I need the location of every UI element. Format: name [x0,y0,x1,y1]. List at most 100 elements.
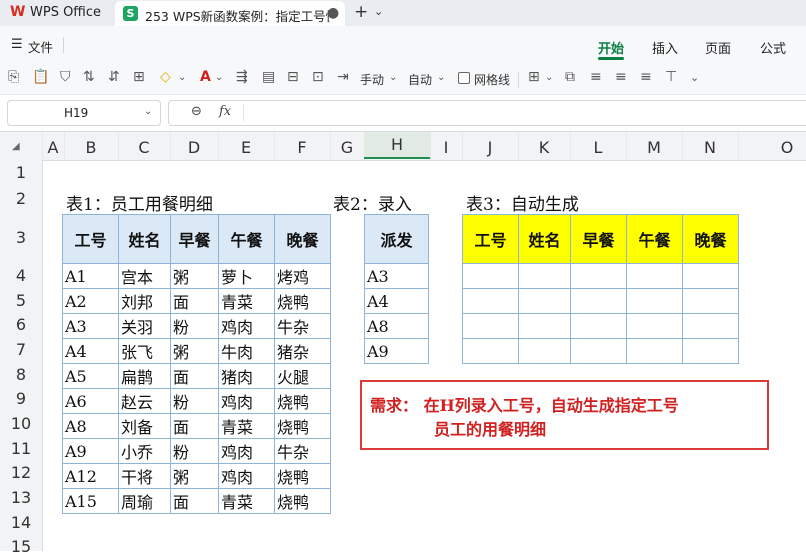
table-cell[interactable] [518,288,571,314]
table3-header-cell[interactable]: 午餐 [626,214,683,264]
table-cell[interactable]: 烧鸭 [274,463,331,489]
table-cell[interactable] [626,338,683,364]
column-header-g[interactable]: G [330,138,364,157]
app-name[interactable]: WPS Office [30,5,101,20]
table3-header-cell[interactable]: 工号 [462,214,519,264]
more-chevron-icon[interactable]: ⌄ [690,71,699,84]
table-cell[interactable]: 烧鸭 [274,413,331,439]
input-cell[interactable]: A8 [364,313,429,339]
input-cell[interactable]: A3 [364,263,429,289]
table-cell[interactable]: A9 [62,438,119,464]
fill-color-icon[interactable]: ◇ [160,69,171,85]
table-cell[interactable] [682,313,739,339]
table-cell[interactable]: 烤鸡 [274,263,331,289]
table1-header-cell[interactable]: 工号 [62,214,119,264]
cell-style-icon[interactable]: ⧉ [565,69,575,85]
table-cell[interactable] [518,263,571,289]
table-cell[interactable]: 面 [170,363,219,389]
table1-header-cell[interactable]: 晚餐 [274,214,331,264]
table-cell[interactable]: 关羽 [118,313,171,339]
column-header-a[interactable]: A [42,138,64,157]
menu-file[interactable]: 文件 [28,37,53,56]
ribbon-tab-page[interactable]: 页面 [705,38,731,57]
table-cell[interactable]: 烧鸭 [274,388,331,414]
table-cell[interactable]: 周瑜 [118,488,171,514]
table-cell[interactable]: 烧鸭 [274,488,331,514]
row-header[interactable]: 14 [0,513,42,532]
tab-list-chevron-icon[interactable]: ⌄ [374,5,383,18]
table-cell[interactable] [626,313,683,339]
ribbon-tab-formula[interactable]: 公式 [760,38,786,57]
table-cell[interactable]: 面 [170,488,219,514]
table-cell[interactable]: 鸡肉 [218,313,275,339]
align-left-icon[interactable]: ≡ [590,69,602,85]
table-cell[interactable]: A1 [62,263,119,289]
row-header[interactable]: 13 [0,488,42,507]
font-color-chevron-icon[interactable]: ⌄ [215,72,223,83]
row-header[interactable]: 11 [0,439,42,458]
name-box[interactable]: H19 ⌄ [7,100,161,126]
wrap-manual-chevron-icon[interactable]: ⌄ [389,72,397,83]
table-cell[interactable]: 干将 [118,463,171,489]
table-cell[interactable]: 烧鸭 [274,288,331,314]
table2-header-cell[interactable]: 派发 [364,214,429,264]
align-box-icon[interactable]: ▤ [262,69,275,85]
table-cell[interactable]: 粥 [170,338,219,364]
column-header-h[interactable]: H [364,132,430,159]
table-cell[interactable]: 张飞 [118,338,171,364]
wrap-text-icon[interactable]: ⇶ [236,69,248,85]
table-cell[interactable]: A15 [62,488,119,514]
table-cell[interactable]: 刘邦 [118,288,171,314]
table-cell[interactable]: A6 [62,388,119,414]
table-cell[interactable]: A4 [62,338,119,364]
row-header[interactable]: 8 [0,365,42,384]
document-tab[interactable]: S 253 WPS新函数案例：指定工号快 ● [115,1,345,26]
table-cell[interactable] [570,313,627,339]
name-box-chevron-icon[interactable]: ⌄ [144,106,152,117]
table-cell[interactable] [570,263,627,289]
table-cell[interactable]: 扁鹊 [118,363,171,389]
table-cell[interactable] [570,338,627,364]
wrap-auto-button[interactable]: 自动 [408,71,432,88]
table-cell[interactable]: 猪肉 [218,363,275,389]
input-cell[interactable]: A9 [364,338,429,364]
table-cell[interactable]: 鸡肉 [218,388,275,414]
align-top-icon[interactable]: ⊤ [665,69,677,85]
table-cell[interactable]: 猪杂 [274,338,331,364]
table3-header-cell[interactable]: 早餐 [570,214,627,264]
table-cell[interactable] [518,313,571,339]
table-cell[interactable] [682,288,739,314]
fill-color-chevron-icon[interactable]: ⌄ [178,72,186,83]
function-icon[interactable]: fx [219,104,231,119]
border-icon[interactable]: ⊞ [133,69,145,85]
paste-icon[interactable]: 📋 [32,69,49,85]
row-header[interactable]: 1 [0,163,42,182]
column-header-l[interactable]: L [570,138,626,157]
table-cell[interactable]: A5 [62,363,119,389]
table-cell[interactable]: 鸡肉 [218,438,275,464]
column-header-b[interactable]: B [64,138,118,157]
table1-header-cell[interactable]: 早餐 [170,214,219,264]
table-cell[interactable]: 青菜 [218,413,275,439]
zoom-icon[interactable]: ⊖ [191,104,202,119]
table-cell[interactable]: 青菜 [218,488,275,514]
table-cell[interactable]: 宫本 [118,263,171,289]
table-cell[interactable] [462,313,519,339]
table-style-chevron-icon[interactable]: ⌄ [545,72,553,83]
table1-header-cell[interactable]: 午餐 [218,214,275,264]
filter-icon[interactable]: ⛉ [60,69,71,85]
table-cell[interactable] [626,263,683,289]
row-header[interactable]: 2 [0,189,42,208]
row-header[interactable]: 4 [0,266,42,285]
table-cell[interactable]: 粉 [170,313,219,339]
table-style-icon[interactable]: ⊞ [528,69,540,85]
column-header-e[interactable]: E [218,138,274,157]
fit-cells-icon[interactable]: ⊡ [312,69,324,85]
table-cell[interactable]: A2 [62,288,119,314]
table-cell[interactable]: 赵云 [118,388,171,414]
table-cell[interactable]: 萝卜 [218,263,275,289]
table-cell[interactable]: 牛杂 [274,438,331,464]
merge-cells-icon[interactable]: ⊟ [287,69,299,85]
sort-ascending-icon[interactable]: ⇅ [83,69,95,85]
column-header-k[interactable]: K [518,138,570,157]
